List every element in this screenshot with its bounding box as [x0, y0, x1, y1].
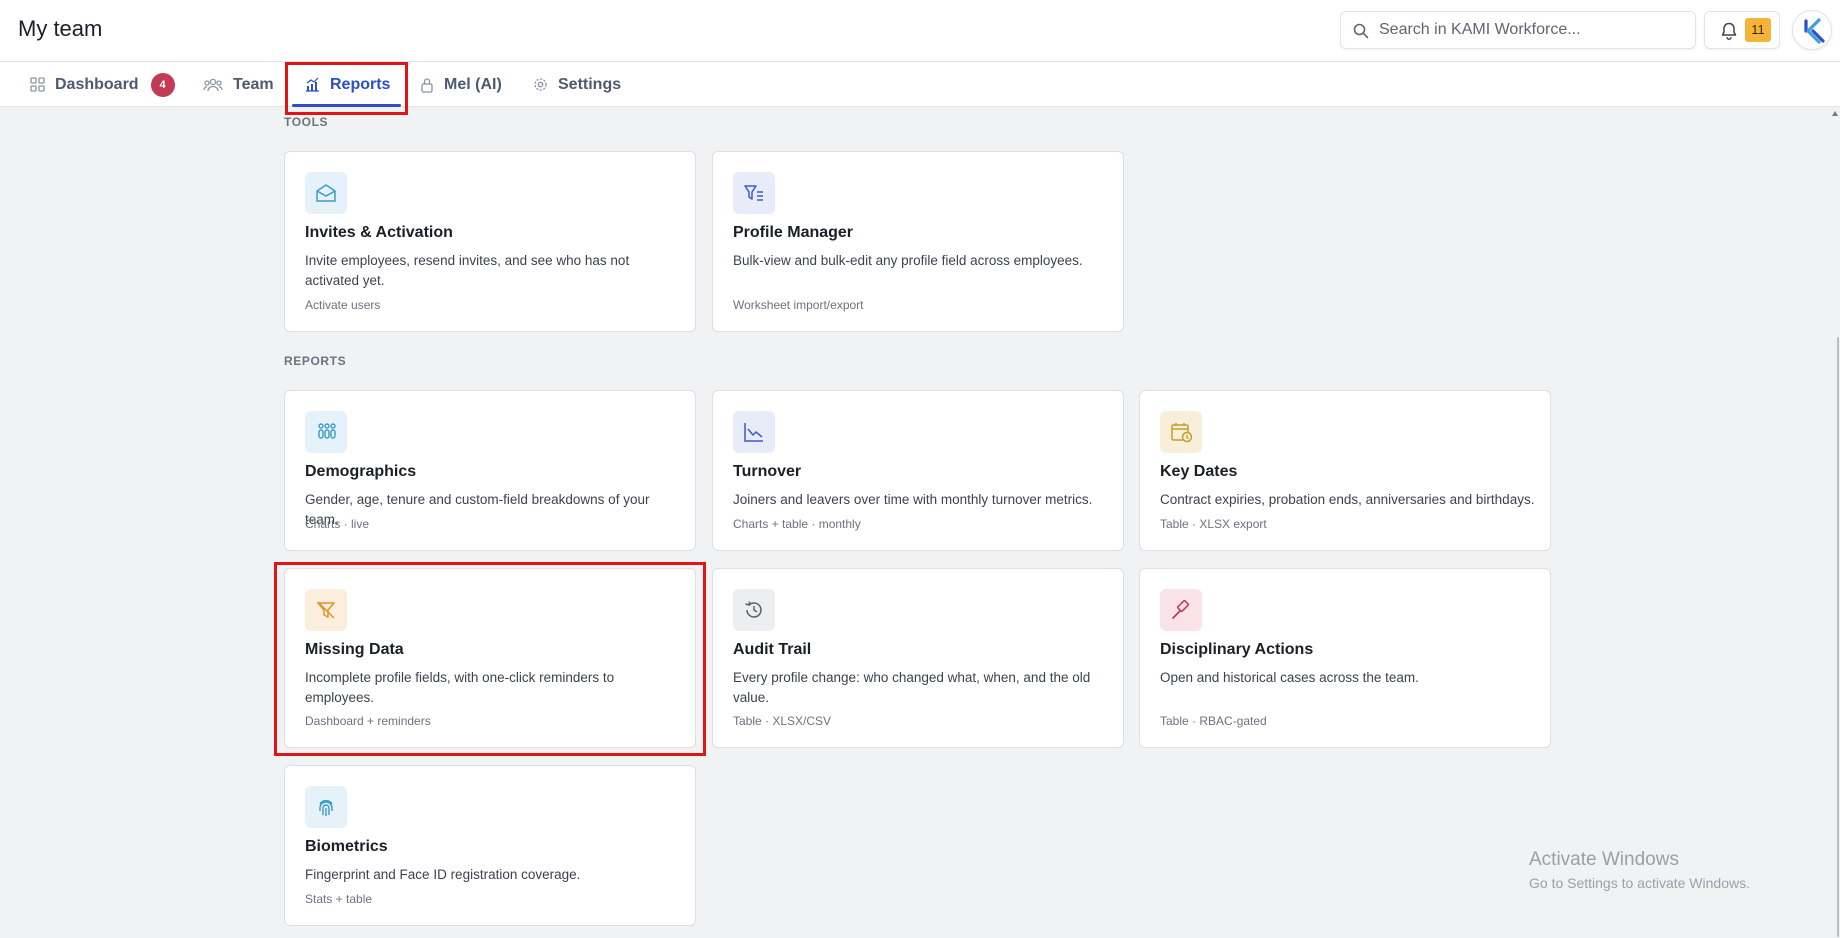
card-description: Incomplete profile fields, with one-clic…	[305, 670, 615, 705]
icon-box	[305, 786, 347, 828]
calendar-clock-icon	[1171, 423, 1193, 443]
dashboard-count-badge: 4	[150, 72, 175, 97]
card-title: Missing Data	[305, 641, 404, 658]
tab-label: Dashboard	[55, 75, 139, 93]
bell-icon	[1721, 22, 1737, 40]
tab-label: Mel (AI)	[444, 75, 502, 93]
top-bar: My team 11	[0, 0, 1840, 62]
history-icon	[745, 601, 762, 618]
icon-box	[1160, 589, 1202, 631]
filter-list-icon	[744, 185, 763, 201]
icon-box	[1160, 411, 1202, 453]
tab-dashboard[interactable]: Dashboard 4	[30, 62, 175, 107]
icon-box	[733, 411, 775, 453]
card-meta: Table · XLSX export	[1160, 517, 1267, 531]
lock-icon	[421, 77, 433, 93]
card-title: Profile Manager	[733, 224, 854, 241]
people-group-icon	[318, 423, 336, 439]
card-key-dates[interactable]: Key Dates Contract expiries, probation e…	[1139, 390, 1551, 551]
search-box[interactable]	[1340, 11, 1696, 49]
people-icon	[203, 78, 223, 91]
tab-bar: Dashboard 4 Team Reports Mel (AI) Settin…	[0, 62, 1840, 107]
card-meta: Table · RBAC-gated	[1160, 714, 1267, 728]
card-title: Audit Trail	[733, 641, 812, 658]
card-audit-trail[interactable]: Audit Trail Every profile change: who ch…	[712, 568, 1124, 748]
activate-windows-watermark: Activate Windows Go to Settings to activ…	[1529, 849, 1750, 891]
watermark-title: Activate Windows	[1529, 849, 1679, 870]
scrollbar[interactable]	[1830, 107, 1840, 938]
icon-box	[305, 172, 347, 214]
chart-icon	[306, 77, 319, 92]
reports-section-label: REPORTS	[284, 354, 347, 368]
card-invites-activation[interactable]: Invites & Activation Invite employees, r…	[284, 151, 696, 332]
envelope-open-icon	[316, 184, 336, 202]
card-meta: Dashboard + reminders	[305, 714, 431, 728]
search-input[interactable]	[1379, 12, 1679, 48]
card-missing-data[interactable]: Missing Data Incomplete profile fields, …	[284, 568, 696, 748]
card-demographics[interactable]: Demographics Gender, age, tenure and cus…	[284, 390, 696, 551]
tab-team[interactable]: Team	[203, 62, 274, 107]
card-meta: Stats + table	[305, 892, 373, 906]
tab-label: Settings	[558, 75, 622, 93]
card-biometrics[interactable]: Biometrics Fingerprint and Face ID regis…	[284, 765, 696, 926]
avatar[interactable]	[1792, 10, 1832, 50]
grid-icon	[30, 77, 45, 92]
gavel-icon	[1172, 600, 1189, 619]
card-title: Turnover	[733, 463, 802, 480]
card-meta: Worksheet import/export	[733, 298, 864, 312]
tools-section-label: TOOLS	[284, 115, 329, 129]
kami-logo-icon	[1804, 18, 1825, 44]
card-disciplinary-actions[interactable]: Disciplinary Actions Open and historical…	[1139, 568, 1551, 748]
icon-box	[733, 589, 775, 631]
watermark-subtitle: Go to Settings to activate Windows.	[1529, 875, 1750, 891]
card-description: Every profile change: who changed what, …	[733, 670, 1091, 705]
scroll-up-arrow-icon[interactable]	[1832, 111, 1838, 116]
card-meta: Charts + table · monthly	[733, 517, 861, 531]
card-description: Invite employees, resend invites, and se…	[305, 253, 630, 288]
card-description: Bulk-view and bulk-edit any profile fiel…	[733, 253, 1083, 268]
card-turnover[interactable]: Turnover Joiners and leavers over time w…	[712, 390, 1124, 551]
card-meta: Table · XLSX/CSV	[733, 714, 832, 728]
icon-box	[733, 172, 775, 214]
tab-mel-ai[interactable]: Mel (AI)	[420, 62, 502, 107]
card-description: Joiners and leavers over time with month…	[733, 492, 1093, 507]
tab-settings[interactable]: Settings	[533, 62, 621, 107]
tab-label: Reports	[330, 75, 391, 93]
card-title: Demographics	[305, 463, 417, 480]
icon-box	[305, 411, 347, 453]
notification-count-badge: 11	[1745, 18, 1771, 42]
card-description: Open and historical cases across the tea…	[1160, 670, 1419, 685]
gear-icon	[534, 78, 547, 91]
card-profile-manager[interactable]: Profile Manager Bulk-view and bulk-edit …	[712, 151, 1124, 332]
trend-chart-icon	[744, 423, 763, 442]
card-title: Disciplinary Actions	[1160, 641, 1314, 658]
card-meta: Activate users	[305, 298, 381, 312]
filter-off-icon	[317, 601, 335, 619]
card-description: Fingerprint and Face ID registration cov…	[305, 867, 581, 882]
active-tab-indicator	[292, 104, 401, 107]
tab-reports[interactable]: Reports	[305, 62, 390, 107]
card-description: Contract expiries, probation ends, anniv…	[1160, 492, 1535, 507]
card-title: Biometrics	[305, 838, 388, 855]
search-icon	[1353, 23, 1369, 39]
card-title: Key Dates	[1160, 463, 1238, 480]
card-meta: Charts · live	[305, 517, 370, 531]
fingerprint-icon	[319, 799, 333, 816]
card-title: Invites & Activation	[305, 224, 453, 241]
notifications-button[interactable]: 11	[1704, 11, 1780, 49]
tab-label: Team	[233, 75, 274, 93]
page-title: My team	[18, 16, 103, 41]
scrollbar-thumb[interactable]	[1837, 337, 1839, 937]
icon-box	[305, 589, 347, 631]
